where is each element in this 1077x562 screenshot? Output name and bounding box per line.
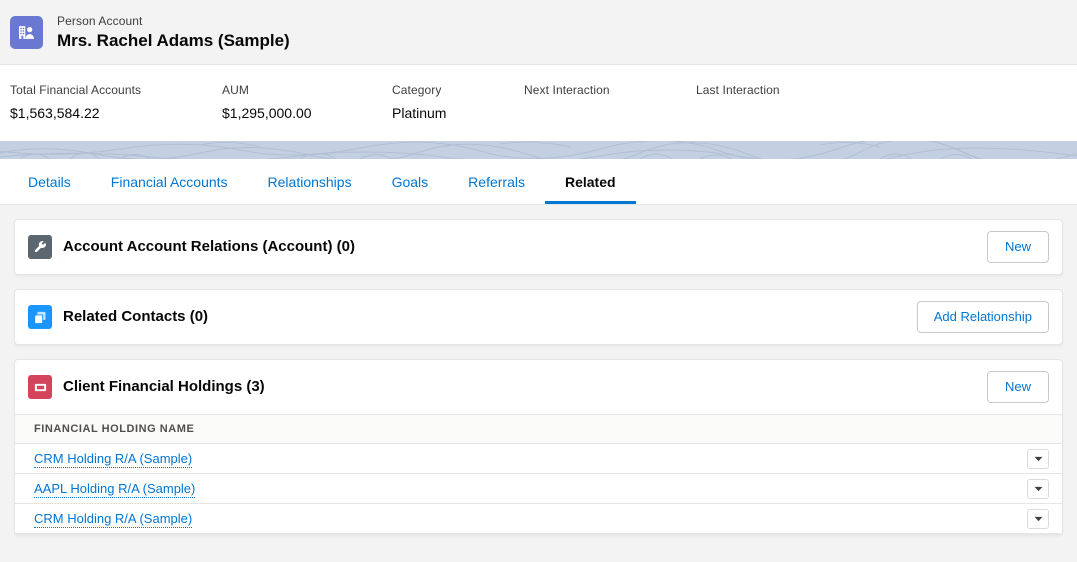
related-list-account-account-relations: Account Account Relations (Account) (0) … [14, 219, 1063, 275]
highlight-field-total-financial-accounts: Total Financial Accounts $1,563,584.22 [10, 82, 222, 123]
record-title-group: Person Account Mrs. Rachel Adams (Sample… [57, 13, 290, 52]
new-button[interactable]: New [987, 231, 1049, 263]
card-title[interactable]: Client Financial Holdings (3) [63, 377, 265, 397]
table-row[interactable]: AAPL Holding R/A (Sample) [15, 474, 1062, 504]
row-menu-button[interactable] [1027, 448, 1049, 469]
person-account-icon [10, 15, 43, 49]
related-records-icon [28, 305, 52, 329]
object-type-label: Person Account [57, 13, 143, 28]
financial-holding-icon [28, 375, 52, 399]
record-tabs: Details Financial Accounts Relationships… [0, 159, 1077, 205]
highlight-label: Total Financial Accounts [10, 83, 142, 97]
highlight-label: Next Interaction [524, 83, 610, 97]
column-header-financial-holding-name[interactable]: Financial Holding Name [34, 423, 194, 435]
financial-holding-name-link[interactable]: CRM Holding R/A (Sample) [34, 510, 193, 528]
card-actions: New [987, 231, 1049, 263]
highlight-value: $1,563,584.22 [10, 105, 100, 121]
card-header: Client Financial Holdings (3) New [15, 360, 1062, 414]
add-relationship-button[interactable]: Add Relationship [916, 301, 1049, 333]
highlight-value [696, 103, 876, 123]
wrench-icon [28, 235, 52, 259]
highlight-field-next-interaction: Next Interaction [524, 82, 696, 123]
highlight-field-aum: AUM $1,295,000.00 [222, 82, 392, 123]
card-actions: New [987, 371, 1049, 403]
row-actions [1027, 448, 1049, 469]
new-button[interactable]: New [987, 371, 1049, 403]
record-header: Person Account Mrs. Rachel Adams (Sample… [0, 0, 1077, 65]
table-row[interactable]: CRM Holding R/A (Sample) [15, 444, 1062, 474]
card-header: Account Account Relations (Account) (0) … [15, 220, 1062, 274]
related-lists-container: Account Account Relations (Account) (0) … [0, 205, 1077, 562]
table-row[interactable]: CRM Holding R/A (Sample) [15, 504, 1062, 534]
highlight-label: Category [392, 83, 442, 97]
tab-goals[interactable]: Goals [372, 159, 449, 204]
highlight-field-category: Category Platinum [392, 82, 524, 123]
highlight-value: $1,295,000.00 [222, 105, 312, 121]
related-list-client-financial-holdings: Client Financial Holdings (3) New Financ… [14, 359, 1063, 535]
highlight-label: Last Interaction [696, 83, 780, 97]
tab-referrals[interactable]: Referrals [448, 159, 545, 204]
tab-financial-accounts[interactable]: Financial Accounts [91, 159, 248, 204]
row-actions [1027, 478, 1049, 499]
highlight-value: Platinum [392, 105, 447, 121]
highlight-field-last-interaction: Last Interaction [696, 82, 876, 123]
card-actions: Add Relationship [916, 301, 1049, 333]
highlight-value [524, 103, 696, 123]
page-title: Mrs. Rachel Adams (Sample) [57, 30, 290, 50]
decorative-banner [0, 141, 1077, 159]
row-menu-button[interactable] [1027, 508, 1049, 529]
financial-holdings-table: Financial Holding Name CRM Holding R/A (… [15, 414, 1062, 534]
highlight-label: AUM [222, 83, 249, 97]
highlights-panel: Total Financial Accounts $1,563,584.22 A… [0, 65, 1077, 141]
related-list-related-contacts: Related Contacts (0) Add Relationship [14, 289, 1063, 345]
financial-holding-name-link[interactable]: CRM Holding R/A (Sample) [34, 450, 193, 468]
financial-holding-name-link[interactable]: AAPL Holding R/A (Sample) [34, 480, 196, 498]
tab-details[interactable]: Details [8, 159, 91, 204]
card-title[interactable]: Account Account Relations (Account) (0) [63, 237, 355, 257]
tab-related[interactable]: Related [544, 159, 636, 204]
chevron-down-icon [1034, 516, 1042, 521]
card-header: Related Contacts (0) Add Relationship [15, 290, 1062, 344]
row-menu-button[interactable] [1027, 478, 1049, 499]
tab-relationships[interactable]: Relationships [248, 159, 372, 204]
card-title[interactable]: Related Contacts (0) [63, 307, 208, 327]
chevron-down-icon [1034, 486, 1042, 491]
table-header-row: Financial Holding Name [15, 414, 1062, 444]
chevron-down-icon [1034, 456, 1042, 461]
row-actions [1027, 508, 1049, 529]
